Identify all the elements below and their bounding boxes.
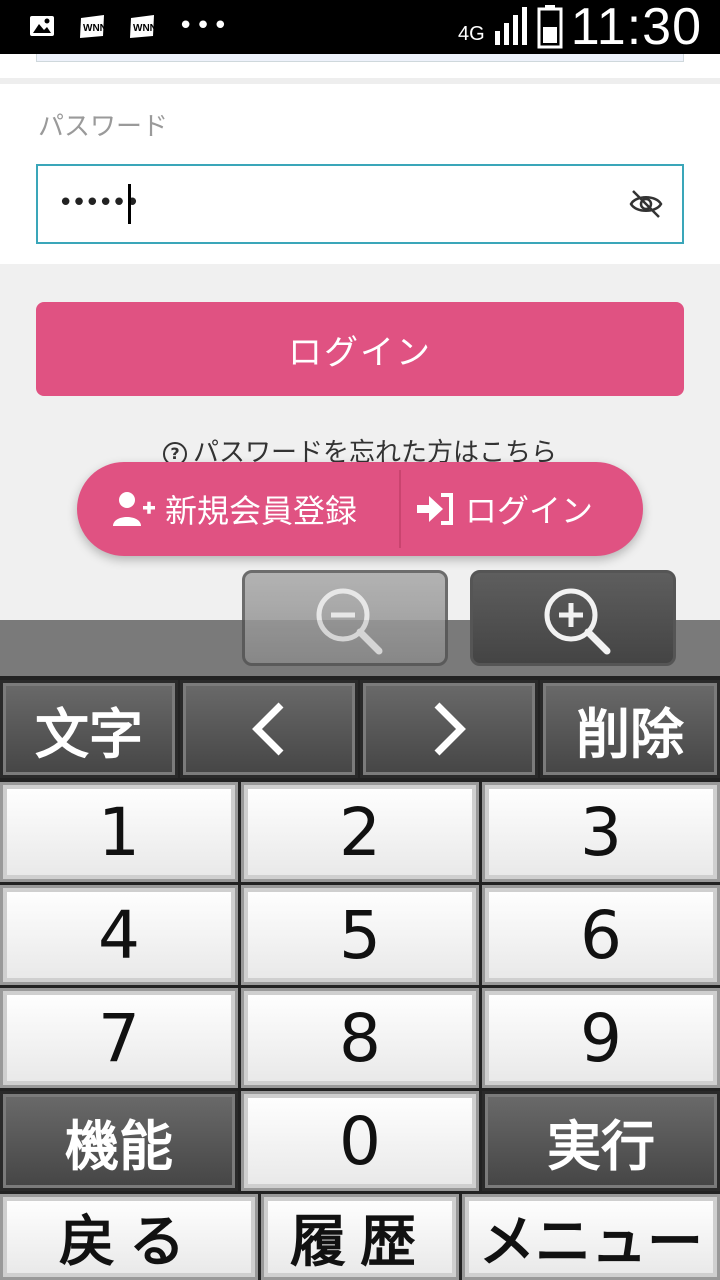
key-5[interactable]: 5 [241, 885, 479, 985]
key-7[interactable]: 7 [0, 988, 238, 1088]
key-9[interactable]: 9 [482, 988, 720, 1088]
key-1[interactable]: 1 [0, 782, 238, 882]
back-key[interactable]: 戻る [0, 1194, 258, 1280]
floating-login-button[interactable]: ログイン [417, 462, 593, 556]
clock: 11:30 [570, 0, 702, 56]
sign-in-icon [417, 493, 453, 525]
network-type: 4G [458, 22, 485, 45]
more-dots-icon: ••• [178, 11, 231, 41]
key-8[interactable]: 8 [241, 988, 479, 1088]
key-2[interactable]: 2 [241, 782, 479, 882]
battery-icon [537, 5, 563, 49]
zoom-out-icon [316, 588, 383, 655]
password-field[interactable]: •••••• [36, 164, 684, 244]
key-0[interactable]: 0 [241, 1091, 479, 1191]
status-left-icons: WNN WNN ••• [28, 12, 230, 40]
execute-key[interactable]: 実行 [482, 1091, 720, 1191]
cursor-left-key[interactable] [180, 680, 358, 778]
signal-icon [494, 7, 527, 45]
password-label: パスワード [38, 112, 169, 142]
pill-divider [399, 470, 401, 548]
floating-action-bar: 新規会員登録 ログイン [77, 462, 643, 556]
gallery-icon [30, 16, 54, 36]
menu-key[interactable]: メニュー [462, 1194, 720, 1280]
cursor-right-key[interactable] [360, 680, 538, 778]
key-3[interactable]: 3 [482, 782, 720, 882]
wnn-icon: WNN [80, 15, 106, 38]
add-user-icon [113, 492, 155, 526]
delete-key[interactable]: 削除 [540, 680, 720, 778]
chevron-left-icon [252, 702, 284, 756]
key-4[interactable]: 4 [0, 885, 238, 985]
status-bar: WNN WNN ••• 4G 11:30 [0, 0, 720, 54]
login-button[interactable]: ログイン [36, 302, 684, 396]
register-label: 新規会員登録 [165, 492, 358, 530]
register-button[interactable]: 新規会員登録 [111, 462, 357, 556]
svg-text:WNN: WNN [133, 23, 156, 34]
zoom-in-button[interactable] [470, 570, 676, 666]
zoom-out-button[interactable] [242, 570, 448, 666]
text-caret [128, 184, 131, 224]
function-key[interactable]: 機能 [0, 1091, 238, 1191]
key-6[interactable]: 6 [482, 885, 720, 985]
password-value: •••••• [58, 188, 140, 218]
svg-text:WNN: WNN [83, 23, 106, 34]
floating-login-label: ログイン [465, 492, 594, 530]
status-right: 4G 11:30 [458, 0, 702, 54]
previous-input-field[interactable] [36, 54, 684, 62]
eye-slash-icon[interactable] [628, 186, 664, 222]
chevron-right-icon [434, 702, 466, 756]
divider [0, 78, 720, 84]
zoom-in-icon [544, 588, 611, 655]
history-key[interactable]: 履歴 [261, 1194, 459, 1280]
chars-key[interactable]: 文字 [0, 680, 178, 778]
wnn-icon: WNN [130, 15, 156, 38]
